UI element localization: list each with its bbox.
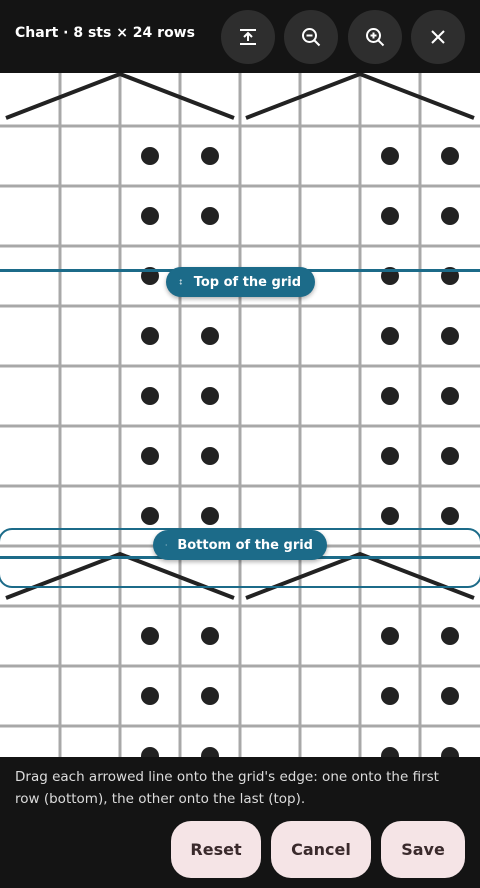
purl-stitch-dot	[201, 747, 219, 757]
purl-stitch-dot	[441, 747, 459, 757]
purl-stitch-dot	[441, 147, 459, 165]
purl-stitch-dot	[201, 627, 219, 645]
top-grid-handle[interactable]: Top of the grid	[166, 267, 315, 297]
top-bar: Chart · 8 sts × 24 rows	[0, 0, 480, 73]
close-icon	[431, 30, 445, 44]
purl-stitch-dot	[141, 507, 159, 525]
vertical-arrows-icon	[179, 279, 183, 285]
vertical-arrows-icon	[165, 543, 167, 547]
instruction-text: Drag each arrowed line onto the grid's e…	[15, 769, 439, 807]
purl-stitch-dot	[141, 447, 159, 465]
knitting-chart-grid	[0, 73, 480, 757]
purl-stitch-dot	[381, 747, 399, 757]
purl-stitch-dot	[201, 507, 219, 525]
fit-height-icon	[240, 29, 256, 45]
purl-stitch-dot	[141, 147, 159, 165]
chart-title: Chart · 8 sts × 24 rows	[15, 25, 195, 41]
purl-stitch-dot	[381, 327, 399, 345]
purl-stitch-dot	[201, 387, 219, 405]
purl-stitch-dot	[441, 387, 459, 405]
purl-stitch-dot	[381, 627, 399, 645]
purl-stitch-dot	[201, 147, 219, 165]
zoom-in-button[interactable]	[348, 10, 402, 64]
purl-stitch-dot	[201, 687, 219, 705]
bottom-grid-handle-label: Bottom of the grid	[177, 537, 313, 553]
purl-stitch-dot	[141, 207, 159, 225]
chart-canvas[interactable]: Top of the grid Bottom of the grid	[0, 73, 480, 757]
purl-stitch-dot	[441, 207, 459, 225]
zoom-in-icon	[366, 28, 385, 47]
purl-stitch-dot	[441, 507, 459, 525]
top-grid-handle-label: Top of the grid	[193, 274, 301, 290]
purl-stitch-dot	[441, 687, 459, 705]
purl-stitch-dot	[381, 447, 399, 465]
zoom-out-button[interactable]	[284, 10, 338, 64]
zoom-out-icon	[302, 28, 321, 47]
purl-stitch-dot	[141, 747, 159, 757]
purl-stitch-dot	[381, 687, 399, 705]
purl-stitch-dot	[441, 327, 459, 345]
purl-stitch-dot	[141, 327, 159, 345]
purl-stitch-dot	[141, 387, 159, 405]
purl-stitch-dot	[441, 627, 459, 645]
cancel-button[interactable]: Cancel	[271, 821, 371, 878]
purl-stitch-dot	[141, 627, 159, 645]
purl-stitch-dot	[141, 687, 159, 705]
bottom-grid-handle[interactable]: Bottom of the grid	[153, 530, 327, 560]
reset-button[interactable]: Reset	[171, 821, 261, 878]
purl-stitch-dot	[201, 447, 219, 465]
purl-stitch-dot	[201, 327, 219, 345]
save-button[interactable]: Save	[381, 821, 465, 878]
purl-stitch-dot	[381, 207, 399, 225]
purl-stitch-dot	[201, 207, 219, 225]
purl-stitch-dot	[441, 447, 459, 465]
close-button[interactable]	[411, 10, 465, 64]
purl-stitch-dot	[381, 387, 399, 405]
purl-stitch-dot	[381, 147, 399, 165]
fit-height-button[interactable]	[221, 10, 275, 64]
purl-stitch-dot	[381, 507, 399, 525]
